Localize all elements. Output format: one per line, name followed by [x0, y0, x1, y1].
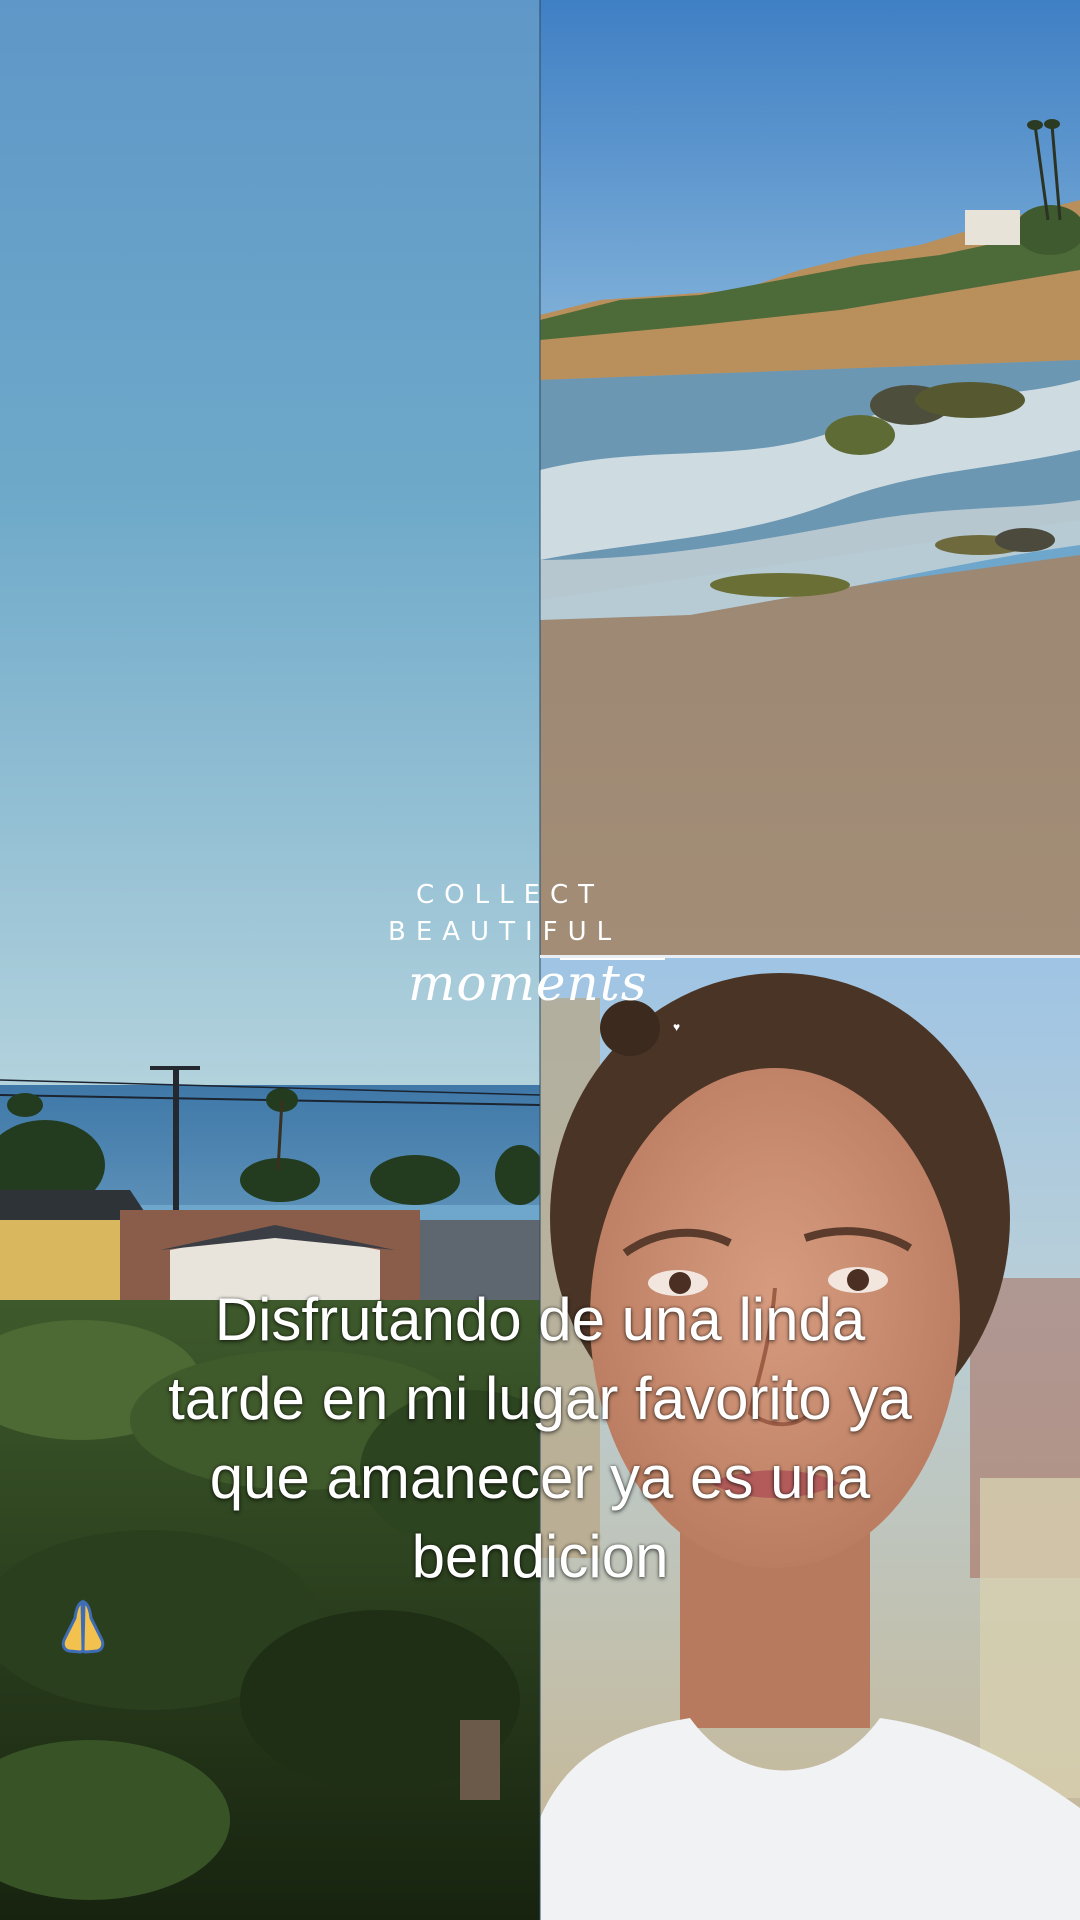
caption-line-4-wrap: bendicion [40, 1517, 1040, 1658]
collect-moments-overlay: COLLECT BEAUTIFUL moments ♥ [380, 880, 700, 1040]
brand-line-collect: COLLECT [416, 880, 605, 910]
caption-line-3: que amanecer ya es una [209, 1444, 871, 1511]
brand-line-beautiful: BEAUTIFUL [388, 917, 622, 947]
beach-shoreline-photo [540, 0, 1080, 956]
heart-icon: ♥ [673, 1020, 681, 1034]
video-caption: Disfrutando de una linda tarde en mi lug… [40, 1280, 1040, 1658]
caption-line-2: tarde en mi lugar favorito ya [168, 1365, 912, 1432]
caption-line-4: bendicion [411, 1523, 669, 1590]
folded-hands-icon [52, 1596, 1040, 1658]
caption-line-1: Disfrutando de una linda [214, 1286, 866, 1353]
beach-photo-panel [540, 0, 1080, 956]
brand-script-moments: moments [408, 954, 648, 1012]
